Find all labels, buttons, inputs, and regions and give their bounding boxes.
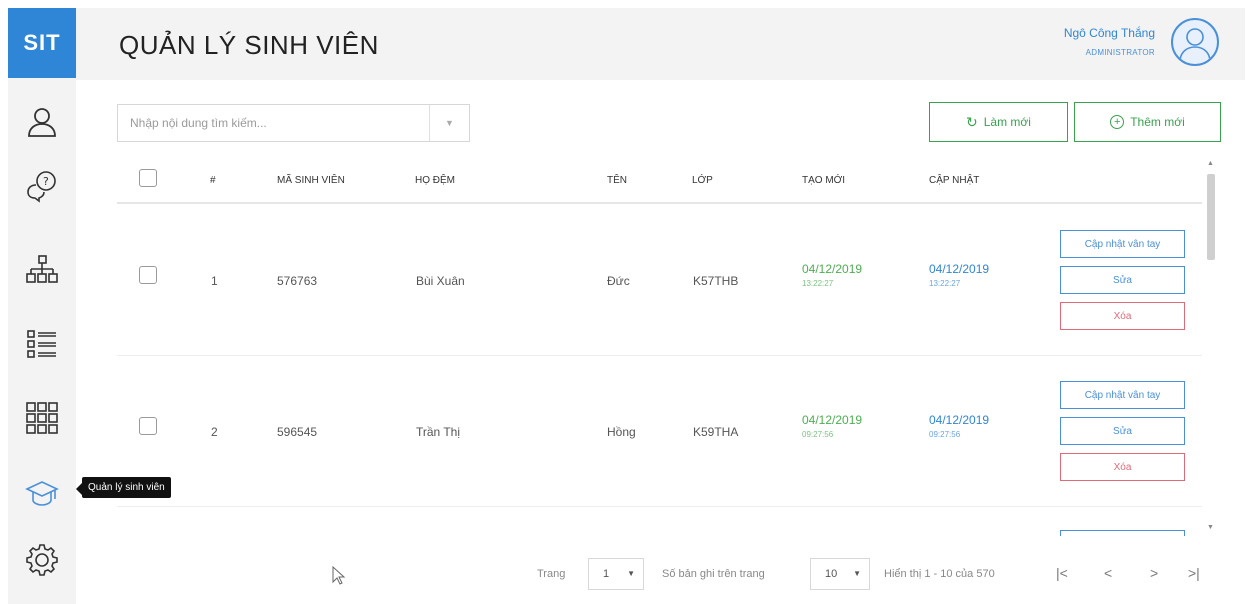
sidebar-item-list[interactable] [24, 326, 60, 362]
chevron-down-icon: ▼ [853, 569, 861, 578]
next-row-button-edge [1060, 530, 1185, 536]
avatar[interactable] [1171, 18, 1219, 66]
row-updated-time: 09:27:56 [929, 430, 961, 439]
row-created: 04/12/2019 09:27:56 [802, 413, 862, 439]
sidebar-item-profile[interactable] [24, 104, 60, 140]
update-fingerprint-button[interactable]: Cập nhật vân tay [1060, 381, 1185, 409]
org-chart-icon [26, 255, 58, 283]
edit-button[interactable]: Sửa [1060, 417, 1185, 445]
column-header-created[interactable]: TẠO MỚI [802, 175, 845, 186]
user-avatar-icon [1179, 28, 1211, 61]
user-name[interactable]: Ngô Công Thắng [1064, 26, 1155, 40]
update-fingerprint-button[interactable]: Cập nhật vân tay [1060, 230, 1185, 258]
edit-button[interactable]: Sửa [1060, 266, 1185, 294]
row-student-id: 576763 [277, 274, 318, 288]
first-page-button[interactable]: |< [1056, 565, 1068, 581]
row-created-date: 04/12/2019 [802, 413, 863, 427]
user-icon [28, 108, 56, 137]
question-chat-icon: ? [27, 171, 56, 203]
graduation-cap-icon [25, 481, 59, 506]
search-box: ▼ [117, 104, 470, 142]
mouse-cursor-icon [332, 566, 346, 585]
row-surname: Trần Thị [416, 425, 461, 439]
row-created: 04/12/2019 13:22:27 [802, 262, 862, 288]
row-index: 2 [211, 425, 218, 439]
page-select[interactable]: 1 ▼ [588, 558, 644, 590]
row-class: K57THB [693, 274, 739, 288]
row-class: K59THA [693, 425, 739, 439]
refresh-button[interactable]: ↻ Làm mới [929, 102, 1068, 142]
column-header-index: # [210, 175, 216, 186]
app-root: SIT ? Quản lý sinh viên QUẢN LÝ SINH VIÊ… [0, 0, 1253, 604]
sidebar: SIT ? [8, 8, 76, 604]
add-button-label: Thêm mới [1130, 115, 1185, 129]
sidebar-item-students[interactable] [24, 476, 60, 512]
scroll-down-icon[interactable]: ▼ [1207, 524, 1214, 531]
row-updated-time: 13:22:27 [929, 279, 961, 288]
column-header-updated[interactable]: CẬP NHẬT [929, 175, 979, 186]
logo[interactable]: SIT [8, 8, 76, 78]
sidebar-item-apps[interactable] [24, 400, 60, 436]
row-name: Đức [607, 274, 630, 288]
prev-page-button[interactable]: < [1104, 565, 1112, 581]
pagination: Trang 1 ▼ Số bản ghi trên trang 10 ▼ Hiể… [0, 552, 1253, 596]
user-role: ADMINISTRATOR [1085, 48, 1155, 57]
grid-icon [26, 402, 58, 434]
plus-circle-icon: + [1110, 115, 1125, 129]
column-header-class[interactable]: LỚP [692, 175, 713, 186]
per-page-select[interactable]: 10 ▼ [810, 558, 870, 590]
select-all-checkbox[interactable] [139, 169, 157, 187]
scroll-thumb[interactable] [1207, 174, 1215, 260]
table-row: 2 596545 Trần Thị Hồng K59THA 04/12/2019… [117, 357, 1202, 507]
next-page-button[interactable]: > [1150, 565, 1158, 581]
row-surname: Bùi Xuân [416, 274, 465, 288]
row-updated: 04/12/2019 13:22:27 [929, 262, 989, 288]
table-scrollbar[interactable]: ▲ ▼ [1204, 158, 1218, 534]
svg-text:?: ? [43, 175, 49, 188]
row-updated-date: 04/12/2019 [929, 262, 990, 276]
row-updated-date: 04/12/2019 [929, 413, 990, 427]
list-icon [27, 330, 56, 358]
table-row: 1 576763 Bùi Xuân Đức K57THB 04/12/2019 … [117, 206, 1202, 356]
column-header-name[interactable]: TÊN [607, 175, 627, 186]
per-page-label: Số bản ghi trên trang [662, 568, 765, 580]
row-checkbox[interactable] [139, 266, 157, 284]
row-created-time: 13:22:27 [802, 279, 834, 288]
row-checkbox[interactable] [139, 417, 157, 435]
column-header-student-id[interactable]: MÃ SINH VIÊN [277, 175, 345, 186]
page-select-value: 1 [603, 568, 610, 580]
delete-button[interactable]: Xóa [1060, 453, 1185, 481]
logo-text: SIT [23, 30, 61, 55]
table-header: # MÃ SINH VIÊN HỌ ĐỆM TÊN LỚP TẠO MỚI CẬ… [117, 160, 1202, 204]
search-input[interactable] [118, 105, 418, 141]
delete-button[interactable]: Xóa [1060, 302, 1185, 330]
row-updated: 04/12/2019 09:27:56 [929, 413, 989, 439]
scroll-up-icon[interactable]: ▲ [1207, 160, 1214, 167]
page-summary: Hiển thị 1 - 10 của 570 [884, 568, 995, 580]
chevron-down-icon: ▼ [627, 569, 635, 578]
per-page-select-value: 10 [825, 568, 838, 580]
column-header-surname[interactable]: HỌ ĐỆM [415, 175, 455, 186]
sidebar-item-questions[interactable]: ? [24, 168, 60, 204]
row-created-time: 09:27:56 [802, 430, 834, 439]
header: QUẢN LÝ SINH VIÊN Ngô Công Thắng ADMINIS… [76, 8, 1245, 80]
row-index: 1 [211, 274, 218, 288]
sidebar-item-structure[interactable] [24, 252, 60, 288]
search-dropdown-toggle[interactable]: ▼ [429, 105, 469, 141]
page-label: Trang [537, 568, 566, 580]
chevron-down-icon: ▼ [445, 118, 454, 128]
refresh-button-label: Làm mới [983, 115, 1031, 129]
add-button[interactable]: + Thêm mới [1074, 102, 1221, 142]
page-title: QUẢN LÝ SINH VIÊN [119, 30, 379, 60]
refresh-icon: ↻ [966, 113, 978, 130]
last-page-button[interactable]: >| [1188, 565, 1200, 581]
row-student-id: 596545 [277, 425, 318, 439]
row-name: Hồng [607, 425, 636, 439]
row-created-date: 04/12/2019 [802, 262, 863, 276]
